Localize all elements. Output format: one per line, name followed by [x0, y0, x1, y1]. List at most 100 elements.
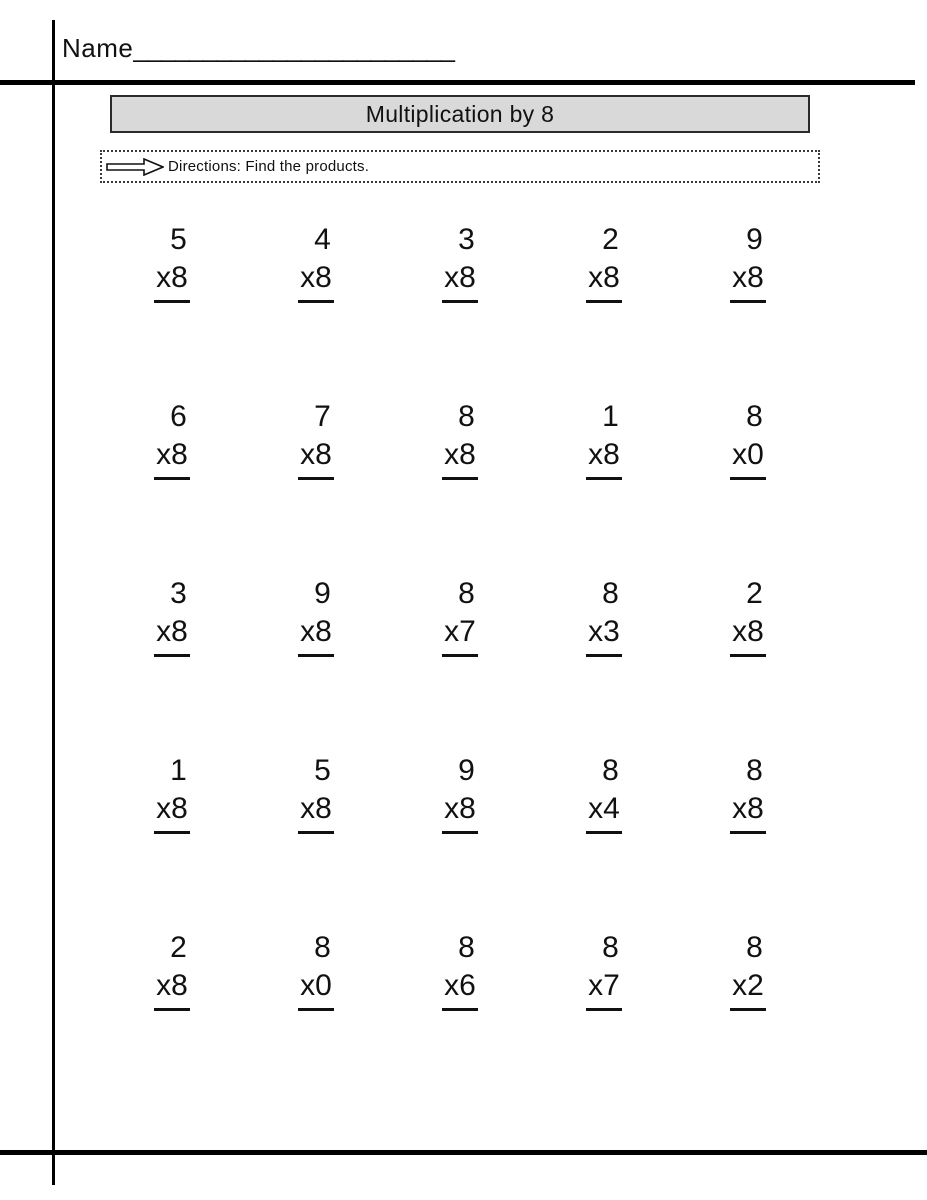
problem-stack: 9 x8 — [730, 222, 766, 303]
problem-stack: 1 x8 — [154, 753, 190, 834]
problem-cell[interactable]: 8 x2 — [676, 930, 820, 1107]
problem-stack: 8 x0 — [298, 930, 334, 1011]
problem-multiplier: x7 — [586, 966, 622, 1011]
problem-multiplicand: 3 — [170, 577, 187, 610]
problem-multiplier: x8 — [442, 789, 478, 834]
problem-multiplier: x8 — [586, 435, 622, 480]
problem-row: 2 x8 8 x0 8 x6 8 x7 8 x2 — [100, 930, 820, 1107]
problem-multiplier: x8 — [730, 612, 766, 657]
problem-stack: 8 x4 — [586, 753, 622, 834]
problem-multiplicand: 8 — [602, 931, 619, 964]
problem-multiplicand: 8 — [458, 577, 475, 610]
problem-stack: 2 x8 — [586, 222, 622, 303]
problem-cell[interactable]: 8 x7 — [388, 576, 532, 753]
problem-cell[interactable]: 8 x8 — [676, 753, 820, 930]
problem-stack: 8 x3 — [586, 576, 622, 657]
problem-multiplier: x8 — [154, 258, 190, 303]
problem-multiplicand: 2 — [746, 577, 763, 610]
problem-cell[interactable]: 1 x8 — [100, 753, 244, 930]
problem-stack: 8 x0 — [730, 399, 766, 480]
problem-cell[interactable]: 5 x8 — [100, 222, 244, 399]
problem-grid: 5 x8 4 x8 3 x8 2 x8 9 x8 6 x8 7 x8 8 x8 … — [100, 222, 820, 1107]
problem-multiplicand: 8 — [746, 400, 763, 433]
problem-multiplier: x8 — [442, 258, 478, 303]
problem-multiplier: x8 — [442, 435, 478, 480]
problem-multiplier: x8 — [298, 612, 334, 657]
problem-multiplicand: 2 — [602, 223, 619, 256]
name-blank-line[interactable]: _______________________ — [133, 33, 455, 64]
problem-multiplicand: 9 — [746, 223, 763, 256]
problem-multiplier: x2 — [730, 966, 766, 1011]
problem-stack: 4 x8 — [298, 222, 334, 303]
problem-stack: 1 x8 — [586, 399, 622, 480]
problem-stack: 8 x6 — [442, 930, 478, 1011]
problem-stack: 6 x8 — [154, 399, 190, 480]
problem-multiplier: x8 — [298, 789, 334, 834]
problem-stack: 9 x8 — [298, 576, 334, 657]
problem-cell[interactable]: 2 x8 — [676, 576, 820, 753]
problem-stack: 8 x7 — [442, 576, 478, 657]
problem-cell[interactable]: 8 x4 — [532, 753, 676, 930]
problem-stack: 2 x8 — [730, 576, 766, 657]
problem-stack: 5 x8 — [298, 753, 334, 834]
problem-multiplicand: 8 — [458, 400, 475, 433]
footer-divider-rule — [0, 1150, 927, 1155]
name-field-row: Name _______________________ — [62, 33, 455, 64]
problem-multiplier: x8 — [154, 789, 190, 834]
problem-cell[interactable]: 8 x6 — [388, 930, 532, 1107]
problem-cell[interactable]: 8 x0 — [676, 399, 820, 576]
problem-multiplier: x8 — [154, 435, 190, 480]
problem-multiplier: x4 — [586, 789, 622, 834]
problem-cell[interactable]: 8 x3 — [532, 576, 676, 753]
problem-multiplier: x8 — [298, 258, 334, 303]
worksheet-title-bar: Multiplication by 8 — [110, 95, 810, 133]
problem-multiplicand: 2 — [170, 931, 187, 964]
problem-multiplicand: 9 — [458, 754, 475, 787]
problem-stack: 3 x8 — [154, 576, 190, 657]
left-margin-rule — [52, 20, 55, 1185]
problem-multiplier: x8 — [730, 258, 766, 303]
problem-multiplicand: 1 — [170, 754, 187, 787]
problem-multiplier: x8 — [586, 258, 622, 303]
problem-multiplicand: 9 — [314, 577, 331, 610]
problem-cell[interactable]: 3 x8 — [100, 576, 244, 753]
problem-cell[interactable]: 8 x0 — [244, 930, 388, 1107]
problem-stack: 3 x8 — [442, 222, 478, 303]
problem-row: 3 x8 9 x8 8 x7 8 x3 2 x8 — [100, 576, 820, 753]
problem-cell[interactable]: 6 x8 — [100, 399, 244, 576]
problem-cell[interactable]: 2 x8 — [532, 222, 676, 399]
problem-multiplicand: 8 — [602, 754, 619, 787]
problem-multiplicand: 8 — [746, 931, 763, 964]
problem-multiplicand: 5 — [170, 223, 187, 256]
problem-cell[interactable]: 9 x8 — [676, 222, 820, 399]
problem-stack: 9 x8 — [442, 753, 478, 834]
problem-cell[interactable]: 4 x8 — [244, 222, 388, 399]
problem-cell[interactable]: 8 x8 — [388, 399, 532, 576]
problem-cell[interactable]: 7 x8 — [244, 399, 388, 576]
directions-text: Directions: Find the products. — [168, 158, 370, 175]
problem-cell[interactable]: 1 x8 — [532, 399, 676, 576]
problem-multiplier: x0 — [730, 435, 766, 480]
problem-multiplicand: 8 — [458, 931, 475, 964]
problem-cell[interactable]: 5 x8 — [244, 753, 388, 930]
problem-cell[interactable]: 9 x8 — [244, 576, 388, 753]
problem-stack: 8 x7 — [586, 930, 622, 1011]
problem-cell[interactable]: 3 x8 — [388, 222, 532, 399]
problem-stack: 2 x8 — [154, 930, 190, 1011]
problem-cell[interactable]: 8 x7 — [532, 930, 676, 1107]
problem-cell[interactable]: 9 x8 — [388, 753, 532, 930]
problem-stack: 8 x2 — [730, 930, 766, 1011]
right-arrow-outline-icon — [106, 157, 164, 176]
problem-row: 5 x8 4 x8 3 x8 2 x8 9 x8 — [100, 222, 820, 399]
problem-multiplicand: 8 — [314, 931, 331, 964]
problem-multiplicand: 1 — [602, 400, 619, 433]
problem-row: 6 x8 7 x8 8 x8 1 x8 8 x0 — [100, 399, 820, 576]
problem-multiplicand: 6 — [170, 400, 187, 433]
problem-cell[interactable]: 2 x8 — [100, 930, 244, 1107]
problem-multiplicand: 7 — [314, 400, 331, 433]
problem-multiplier: x8 — [730, 789, 766, 834]
page-title: Multiplication by 8 — [365, 100, 555, 127]
problem-multiplier: x3 — [586, 612, 622, 657]
problem-multiplier: x6 — [442, 966, 478, 1011]
header-divider-rule — [0, 80, 915, 85]
